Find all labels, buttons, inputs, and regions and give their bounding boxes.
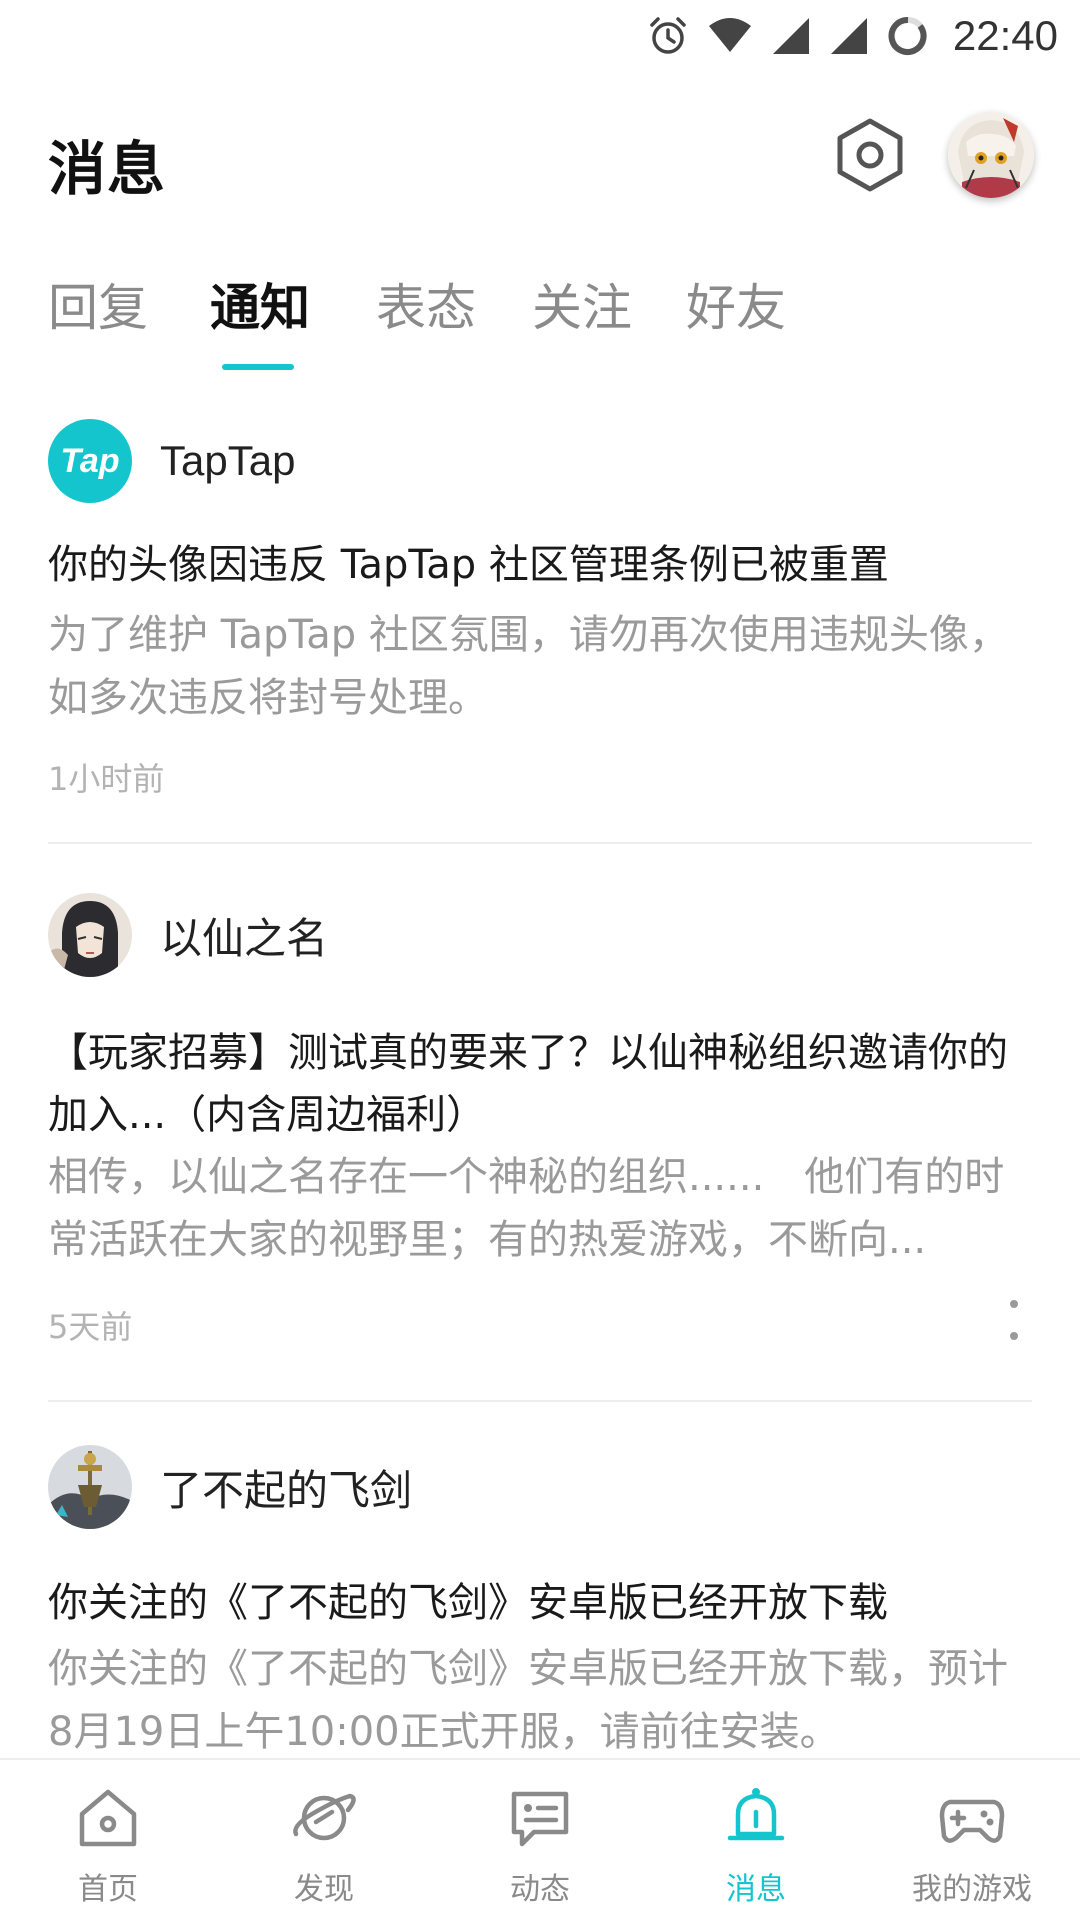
notification-time: 1小时前 [48,760,165,798]
active-tab-indicator [222,364,294,370]
nav-my-games[interactable]: 我的游戏 [864,1760,1080,1920]
notification-body: 你关注的《了不起的飞剑》安卓版已经开放下载，预计8月19日上午10:00正式开服… [48,1646,1008,1755]
nav-label: 消息 [726,1872,786,1907]
notification-sender[interactable]: 以仙之名 [160,905,328,966]
sender-avatar-image [48,893,132,977]
more-dot [1010,1332,1018,1340]
user-avatar-image [948,112,1034,198]
notification-title: 你关注的《了不起的飞剑》安卓版已经开放下载 [48,1580,888,1626]
user-avatar-button[interactable] [948,112,1034,198]
sender-avatar-image [48,1445,132,1529]
tab-follow[interactable]: 关注 [532,268,632,340]
gamepad-icon [936,1782,1008,1854]
settings-icon [834,115,906,199]
notification-body: 为了维护 TapTap 社区氛围，请勿再次使用违规头像，如多次违反将封号处理。 [48,612,1009,721]
bell-icon [720,1782,792,1854]
nav-feed[interactable]: 动态 [432,1760,648,1920]
tab-bar: 回复 通知 表态 关注 好友 [0,268,1080,378]
sender-avatar[interactable] [48,893,132,977]
notification-body: 相传，以仙之名存在一个神秘的组织...... 他们有的时常活跃在大家的视野里；有… [48,1154,1005,1263]
wifi-icon [707,16,753,56]
signal-icon-2 [829,16,869,56]
nav-messages[interactable]: 消息 [648,1760,864,1920]
tab-reply[interactable]: 回复 [48,268,148,340]
notification-item[interactable]: 了不起的飞剑 你关注的《了不起的飞剑》安卓版已经开放下载 你关注的《了不起的飞剑… [48,1402,1032,1762]
tab-friends[interactable]: 好友 [686,268,786,340]
feed-icon [504,1782,576,1854]
alarm-icon [647,15,689,57]
notification-title: 【玩家招募】测试真的要来了？以仙神秘组织邀请你的加入...（内含周边福利） [48,1030,1008,1138]
nav-label: 动态 [510,1872,570,1907]
sender-avatar[interactable] [48,1445,132,1529]
status-icons: 22:40 [647,12,1058,60]
settings-button[interactable] [832,112,908,202]
notification-sender[interactable]: TapTap [160,437,295,485]
notification-time: 5天前 [48,1308,133,1346]
notification-item[interactable]: 以仙之名 【玩家招募】测试真的要来了？以仙神秘组织邀请你的加入...（内含周边福… [48,844,1032,1400]
taptap-logo-text: Tap [60,441,120,480]
notification-header: 以仙之名 [48,892,328,978]
notification-title: 你的头像因违反 TapTap 社区管理条例已被重置 [48,542,889,588]
tab-notifications[interactable]: 通知 [210,268,310,340]
home-icon [72,1782,144,1854]
header: 消息 [0,104,1080,214]
notification-header: Tap TapTap [48,418,295,504]
bottom-navigation: 首页 发现 动态 消息 我的游戏 [0,1758,1080,1920]
status-time: 22:40 [952,12,1058,59]
battery-icon [887,15,929,57]
nav-label: 发现 [294,1872,354,1907]
tab-reactions[interactable]: 表态 [376,268,476,340]
notification-item[interactable]: Tap TapTap 你的头像因违反 TapTap 社区管理条例已被重置 为了维… [48,410,1032,842]
nav-home[interactable]: 首页 [0,1760,216,1920]
status-bar: 22:40 [0,0,1080,72]
nav-discover[interactable]: 发现 [216,1760,432,1920]
page-title: 消息 [48,135,167,203]
notification-header: 了不起的飞剑 [48,1444,412,1530]
more-dot [1010,1300,1018,1308]
notification-sender[interactable]: 了不起的飞剑 [160,1457,412,1518]
signal-icon [771,16,811,56]
nav-label: 我的游戏 [912,1872,1032,1907]
taptap-logo[interactable]: Tap [48,419,132,503]
planet-icon [288,1782,360,1854]
nav-label: 首页 [78,1872,138,1907]
more-options-button[interactable] [1002,1300,1026,1340]
